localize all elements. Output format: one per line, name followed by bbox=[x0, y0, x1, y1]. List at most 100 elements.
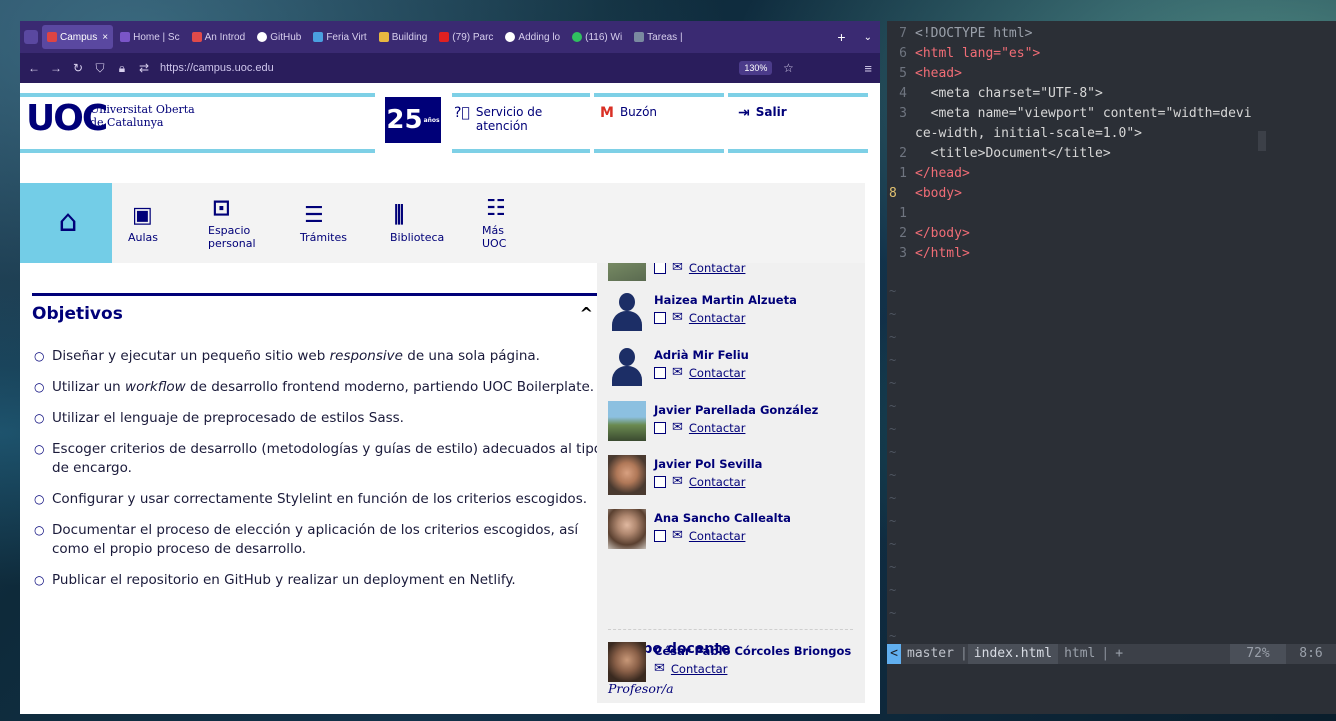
editor-buffer[interactable]: 7 <!DOCTYPE html> 6 <html lang="es"> 5 <hea… bbox=[887, 24, 1336, 264]
bullet-icon: ○ bbox=[34, 442, 45, 456]
classmate-name[interactable]: Ana Sancho Callealta bbox=[654, 511, 791, 525]
tab-an-introd[interactable]: An Introd bbox=[187, 25, 251, 49]
classmate-name[interactable]: Haizea Martin Alzueta bbox=[654, 293, 797, 307]
bullet-icon: ○ bbox=[34, 411, 45, 425]
tab-bar: Campus × Home | Sc An Introd GitHub Feri… bbox=[20, 21, 880, 53]
tab-adding-lo[interactable]: Adding lo bbox=[500, 25, 565, 49]
nav-aulas[interactable]: ▣ Aulas bbox=[112, 183, 192, 263]
avatar bbox=[608, 263, 646, 281]
chevron-up-icon[interactable]: ^ bbox=[580, 304, 593, 323]
tab-label: (79) Parc bbox=[452, 31, 494, 43]
contact-link[interactable]: Contactar bbox=[689, 475, 746, 489]
teacher-name[interactable]: César Pablo Córcoles Briongos bbox=[654, 644, 851, 658]
code-line: 3 <meta name="viewport" content="width=d… bbox=[887, 104, 1336, 124]
contact-link[interactable]: Contactar bbox=[689, 311, 746, 325]
select-checkbox[interactable] bbox=[654, 422, 666, 434]
contact-link[interactable]: Contactar bbox=[689, 366, 746, 380]
tab-label: Feria Virt bbox=[326, 31, 367, 43]
item-text: Configurar y usar correctamente Stylelin… bbox=[52, 491, 588, 507]
forward-arrow-icon[interactable]: → bbox=[50, 61, 62, 75]
contact-link[interactable]: Contactar bbox=[689, 421, 746, 435]
lock-icon[interactable]: 🔒︎ bbox=[116, 61, 128, 76]
tab-github[interactable]: GitHub bbox=[252, 25, 306, 49]
permissions-icon[interactable]: ⇄ bbox=[138, 61, 150, 75]
classmate-card: Adrià Mir Feliu ✉ Contactar bbox=[608, 346, 863, 394]
code-line: 2 <title>Document</title> bbox=[887, 144, 1336, 164]
tab-whatsapp[interactable]: (116) Wi bbox=[567, 25, 627, 49]
uoc-logo[interactable]: UOC Universitat Oberta de Catalunya bbox=[20, 93, 375, 153]
separator: | bbox=[1101, 646, 1110, 661]
nav-espacio-personal[interactable]: ⊡ Espacio personal bbox=[192, 183, 284, 263]
list-item: ○ Publicar el repositorio en GitHub y rea… bbox=[32, 571, 607, 590]
tilde-marker: ~ bbox=[889, 284, 897, 298]
code-line-current: 8 <body> bbox=[887, 184, 1336, 204]
reload-icon[interactable]: ↻ bbox=[72, 61, 84, 75]
nav-home[interactable]: ⌂ bbox=[20, 183, 112, 263]
close-icon[interactable]: × bbox=[102, 32, 108, 43]
tab-campus[interactable]: Campus × bbox=[42, 25, 114, 49]
file-type: html bbox=[1064, 646, 1096, 661]
tab-feria-virt[interactable]: Feria Virt bbox=[308, 25, 371, 49]
tab-list-chevron-icon[interactable]: ⌄ bbox=[856, 32, 880, 43]
new-tab-button[interactable]: + bbox=[829, 29, 853, 45]
tilde-marker: ~ bbox=[889, 376, 897, 390]
tab-label: Building bbox=[391, 31, 428, 43]
select-checkbox[interactable] bbox=[654, 530, 666, 542]
library-icon: ⫼ bbox=[394, 202, 405, 228]
objetivos-header[interactable]: Objetivos ^ bbox=[32, 293, 607, 331]
contact-link[interactable]: Contactar bbox=[671, 662, 728, 676]
logo-text: Universitat Oberta de Catalunya bbox=[90, 103, 195, 129]
youtube-icon bbox=[439, 32, 450, 42]
tab-tareas[interactable]: Tareas | bbox=[629, 25, 687, 49]
back-arrow-icon[interactable]: ← bbox=[28, 61, 40, 75]
classmate-name[interactable]: Javier Parellada González bbox=[654, 403, 818, 417]
code-line: 3 </html> bbox=[887, 244, 1336, 264]
salir-button[interactable]: ⇥ Salir bbox=[728, 93, 868, 153]
tilde-marker: ~ bbox=[889, 307, 897, 321]
select-checkbox[interactable] bbox=[654, 312, 666, 324]
select-checkbox[interactable] bbox=[654, 367, 666, 379]
item-text: Diseñar y ejecutar un pequeño sitio web bbox=[52, 348, 330, 364]
zoom-level-badge[interactable]: 130% bbox=[739, 61, 773, 75]
list-item: ○ Utilizar un workflow de desarrollo fron… bbox=[32, 378, 607, 397]
item-text: de desarrollo frontend moderno, partiend… bbox=[185, 379, 595, 395]
select-checkbox[interactable] bbox=[654, 476, 666, 488]
contact-link[interactable]: Contactar bbox=[689, 529, 746, 543]
contact-link[interactable]: Contactar bbox=[689, 263, 746, 275]
classmate-name[interactable]: Javier Pol Sevilla bbox=[654, 457, 762, 471]
help-circle-icon: ?⃝ bbox=[454, 105, 470, 121]
command-line[interactable] bbox=[887, 664, 1336, 714]
nav-label: Espacio personal bbox=[208, 224, 256, 250]
menu-icon[interactable]: ≡ bbox=[864, 61, 872, 76]
nav-label: Más UOC bbox=[482, 224, 507, 250]
avatar bbox=[608, 642, 646, 682]
bullet-icon: ○ bbox=[34, 349, 45, 363]
tab-home-sc[interactable]: Home | Sc bbox=[115, 25, 185, 49]
nav-tramites[interactable]: ☰ Trámites bbox=[284, 183, 374, 263]
site-header: UOC Universitat Oberta de Catalunya 25 añ… bbox=[20, 83, 880, 165]
nav-biblioteca[interactable]: ⫼ Biblioteca bbox=[374, 183, 466, 263]
tab-favicon-icon bbox=[191, 32, 202, 42]
shield-icon[interactable]: ⛉ bbox=[94, 61, 106, 76]
select-checkbox[interactable] bbox=[654, 263, 666, 274]
classroom-icon: ▣ bbox=[132, 202, 153, 228]
servicio-atencion-button[interactable]: ?⃝ Servicio de atención bbox=[452, 93, 590, 153]
line-number: 8 bbox=[889, 186, 897, 201]
bookmark-star-icon[interactable]: ☆ bbox=[782, 61, 794, 75]
editor-scroll-marker bbox=[1258, 131, 1266, 151]
tab-youtube[interactable]: (79) Parc bbox=[434, 25, 498, 49]
mode-indicator: < bbox=[887, 644, 901, 664]
list-item: ○ Diseñar y ejecutar un pequeño sitio web… bbox=[32, 347, 607, 366]
url-input[interactable]: https://campus.uoc.edu bbox=[160, 62, 729, 74]
avatar-head bbox=[619, 293, 635, 311]
code-text: <meta name="viewport" content="width=dev… bbox=[915, 106, 1252, 121]
avatar-body bbox=[612, 366, 642, 386]
mail-icon: ✉ bbox=[672, 420, 683, 435]
bullet-icon: ○ bbox=[34, 573, 45, 587]
classmate-actions: ✉ Contactar bbox=[654, 529, 745, 543]
classmate-name[interactable]: Adrià Mir Feliu bbox=[654, 348, 749, 362]
tab-building[interactable]: Building bbox=[374, 25, 433, 49]
tab-overview-icon[interactable] bbox=[24, 30, 38, 44]
nav-mas-uoc[interactable]: ☷ Más UOC bbox=[466, 183, 546, 263]
buzon-button[interactable]: M Buzón bbox=[594, 93, 724, 153]
